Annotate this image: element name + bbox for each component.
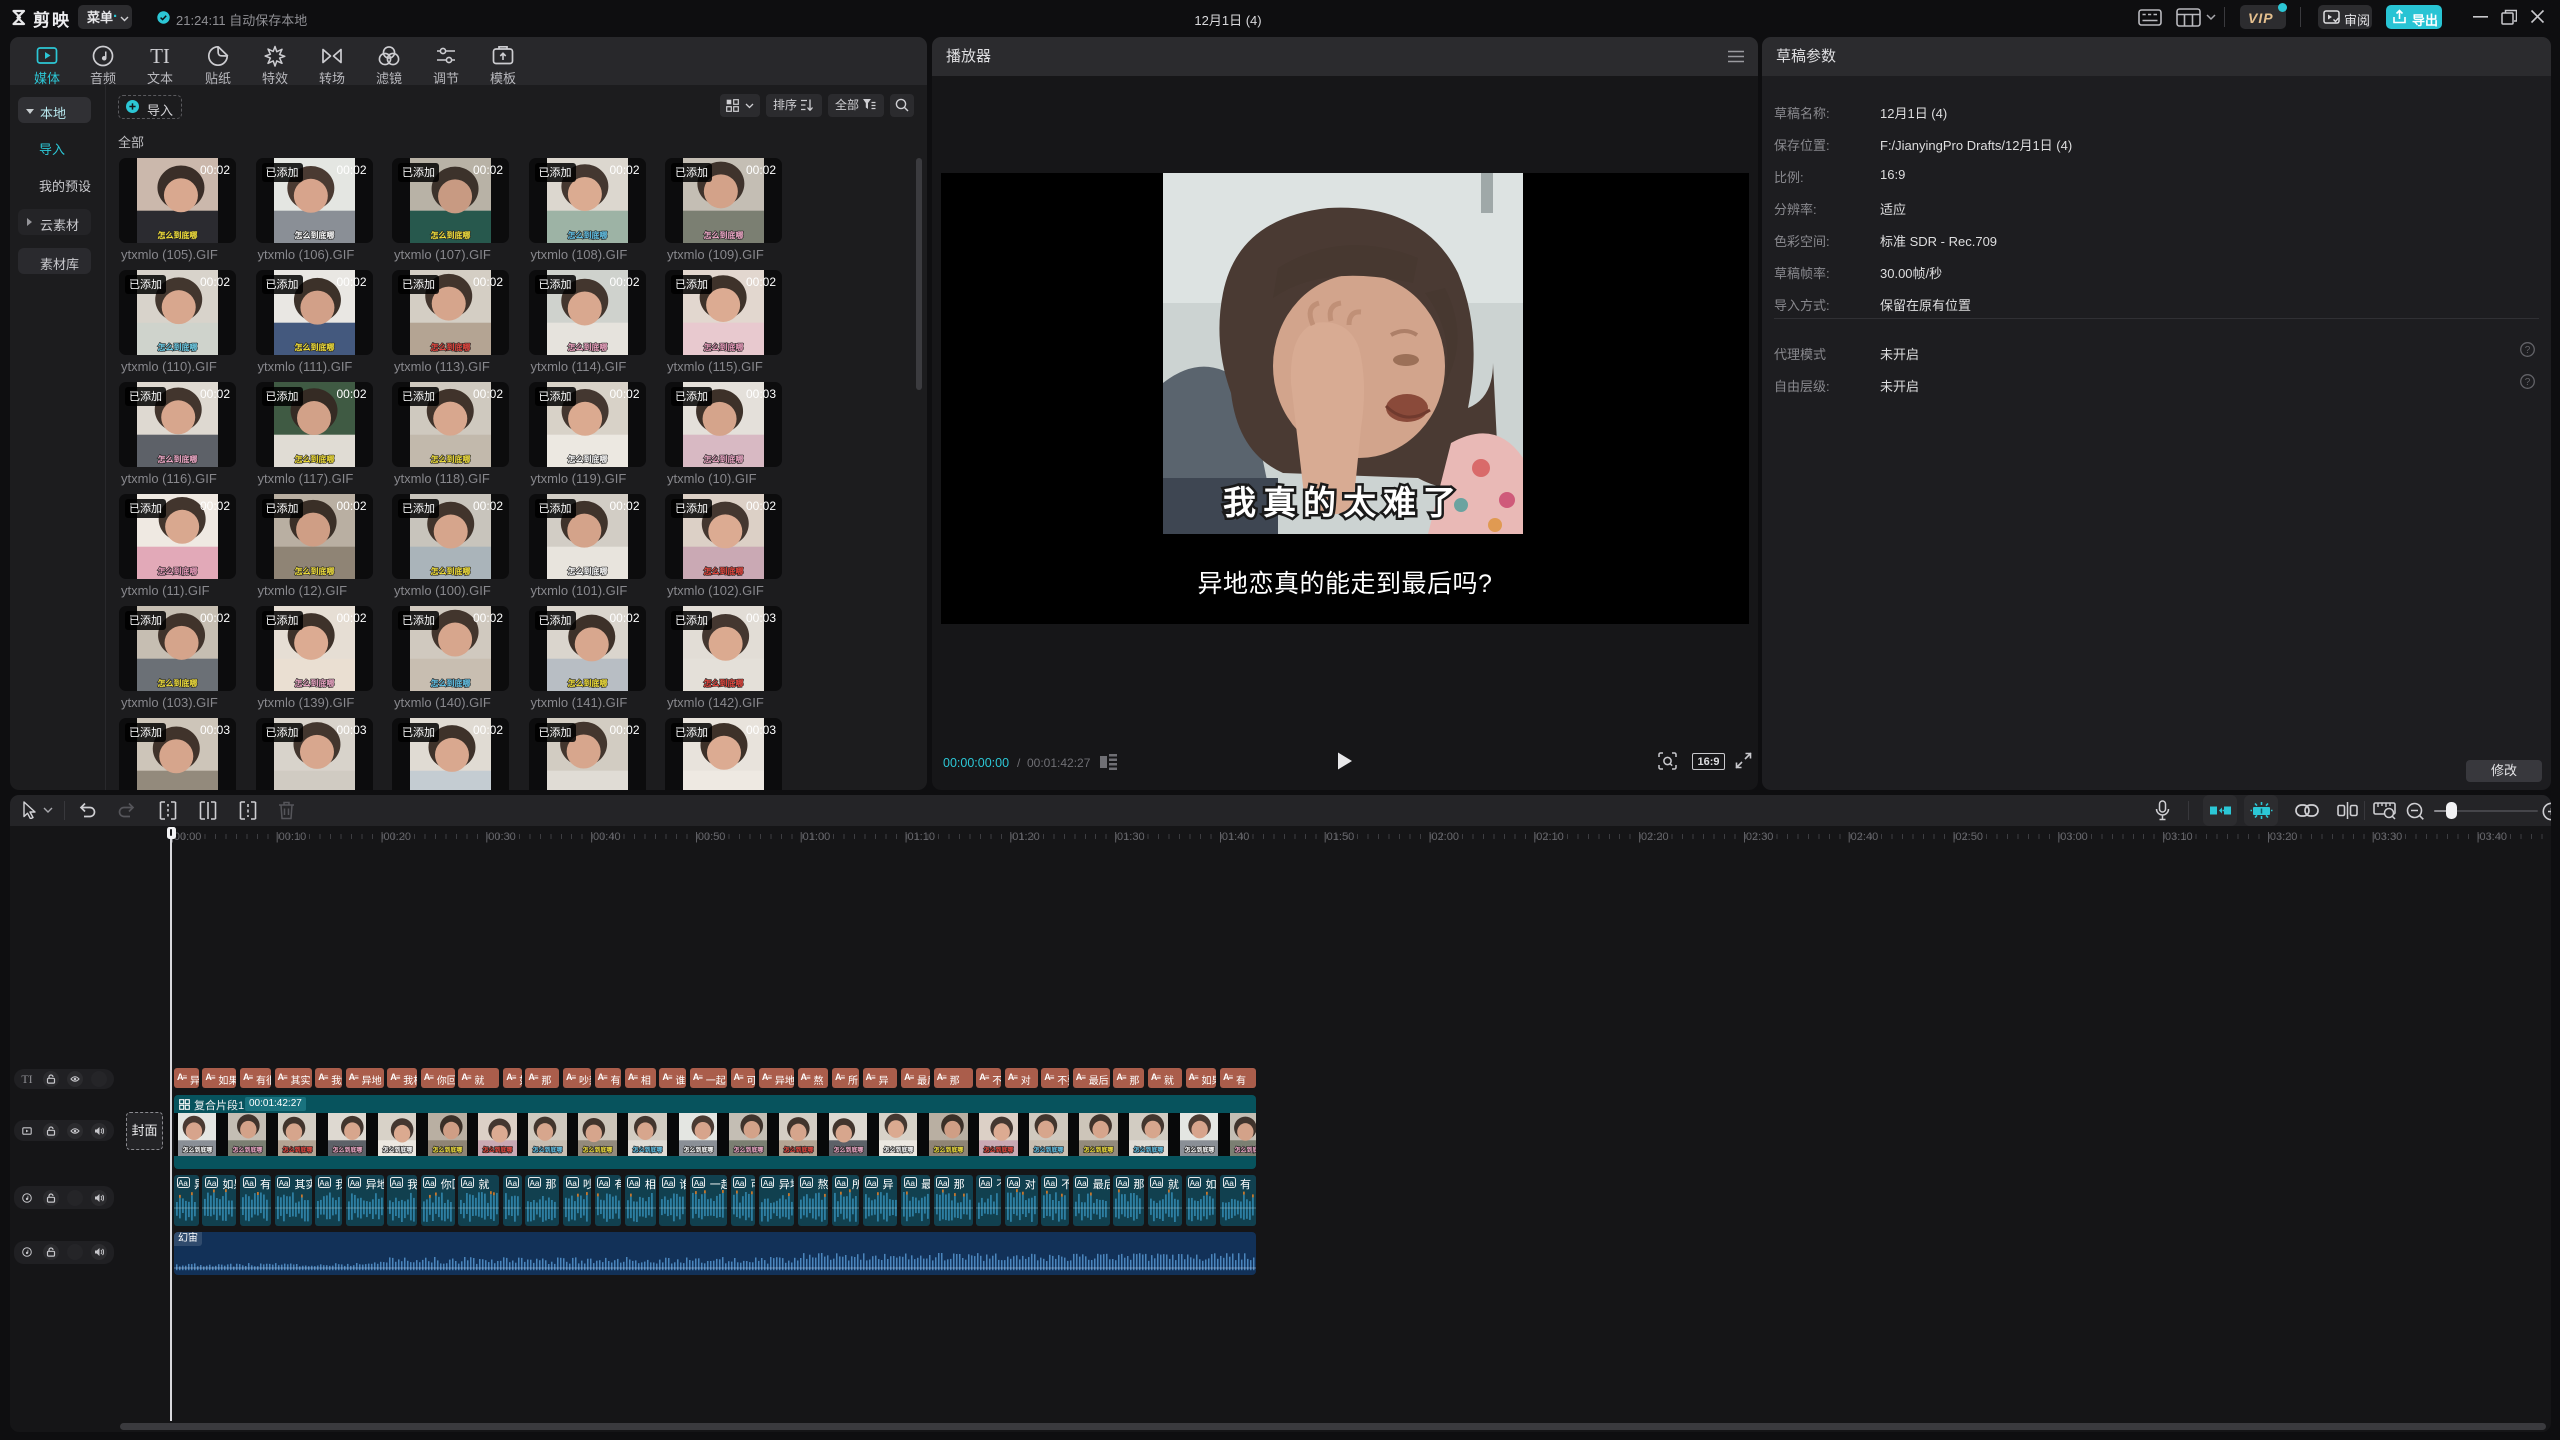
- svg-text:怎么到底哪: 怎么到底哪: [633, 1146, 663, 1154]
- svg-text:怎么到底哪: 怎么到底哪: [567, 230, 607, 240]
- svg-text:怎么到底哪: 怎么到底哪: [431, 230, 471, 240]
- svg-text:?: ?: [2525, 377, 2531, 388]
- svg-text:怎么到底哪: 怎么到底哪: [294, 230, 334, 240]
- svg-text:怎么到底哪: 怎么到底哪: [332, 1146, 362, 1154]
- svg-text:怎么到底哪: 怎么到底哪: [431, 678, 471, 688]
- svg-text:怎么到底哪: 怎么到底哪: [704, 230, 744, 240]
- svg-text:怎么到底哪: 怎么到底哪: [431, 566, 471, 576]
- svg-text:怎么到底哪: 怎么到底哪: [533, 1146, 563, 1154]
- svg-text:怎么到底哪: 怎么到底哪: [158, 454, 198, 464]
- svg-text:怎么到底哪: 怎么到底哪: [1184, 1146, 1214, 1154]
- svg-text:怎么到底哪: 怎么到底哪: [182, 1146, 212, 1154]
- svg-text:我真的太难了: 我真的太难了: [1223, 484, 1463, 521]
- svg-text:怎么到底哪: 怎么到底哪: [567, 566, 607, 576]
- svg-text:怎么到底哪: 怎么到底哪: [704, 342, 744, 352]
- svg-text:怎么到底哪: 怎么到底哪: [282, 1146, 312, 1154]
- svg-text:怎么到底哪: 怎么到底哪: [1034, 1146, 1064, 1154]
- svg-text:?: ?: [2525, 345, 2531, 356]
- svg-text:怎么到底哪: 怎么到底哪: [704, 566, 744, 576]
- svg-text:怎么到底哪: 怎么到底哪: [431, 342, 471, 352]
- svg-text:怎么到底哪: 怎么到底哪: [382, 1146, 412, 1154]
- svg-text:怎么到底哪: 怎么到底哪: [583, 1146, 613, 1154]
- svg-text:怎么到底哪: 怎么到底哪: [158, 230, 198, 240]
- svg-text:怎么到底哪: 怎么到底哪: [933, 1146, 963, 1154]
- svg-text:怎么到底哪: 怎么到底哪: [294, 678, 334, 688]
- svg-text:怎么到底哪: 怎么到底哪: [431, 454, 471, 464]
- svg-text:怎么到底哪: 怎么到底哪: [704, 678, 744, 688]
- svg-text:怎么到底哪: 怎么到底哪: [567, 454, 607, 464]
- svg-text:怎么到底哪: 怎么到底哪: [483, 1146, 513, 1154]
- svg-text:怎么到底哪: 怎么到底哪: [704, 454, 744, 464]
- svg-text:怎么到底哪: 怎么到底哪: [294, 566, 334, 576]
- svg-text:怎么到底哪: 怎么到底哪: [1084, 1146, 1114, 1154]
- svg-text:怎么到底哪: 怎么到底哪: [158, 342, 198, 352]
- svg-text:怎么到底哪: 怎么到底哪: [567, 342, 607, 352]
- svg-text:怎么到底哪: 怎么到底哪: [432, 1146, 462, 1154]
- svg-text:怎么到底哪: 怎么到底哪: [567, 678, 607, 688]
- svg-text:怎么到底哪: 怎么到底哪: [1134, 1146, 1164, 1154]
- svg-text:怎么到底哪: 怎么到底哪: [833, 1146, 863, 1154]
- svg-text:怎么到底哪: 怎么到底哪: [294, 454, 334, 464]
- svg-text:怎么到底哪: 怎么到底哪: [294, 342, 334, 352]
- svg-text:怎么到底哪: 怎么到底哪: [158, 566, 198, 576]
- svg-text:怎么到底哪: 怎么到底哪: [232, 1146, 262, 1154]
- svg-text:怎么到底哪: 怎么到底哪: [158, 678, 198, 688]
- svg-text:怎么到底哪: 怎么到底哪: [883, 1146, 913, 1154]
- svg-text:怎么到底哪: 怎么到底哪: [683, 1146, 713, 1154]
- svg-text:怎么到底哪: 怎么到底哪: [733, 1146, 763, 1154]
- svg-text:怎么到底哪: 怎么到底哪: [783, 1146, 813, 1154]
- svg-text:怎么到底哪: 怎么到底哪: [984, 1146, 1014, 1154]
- svg-text:怎么到底哪: 怎么到底哪: [1234, 1146, 1256, 1154]
